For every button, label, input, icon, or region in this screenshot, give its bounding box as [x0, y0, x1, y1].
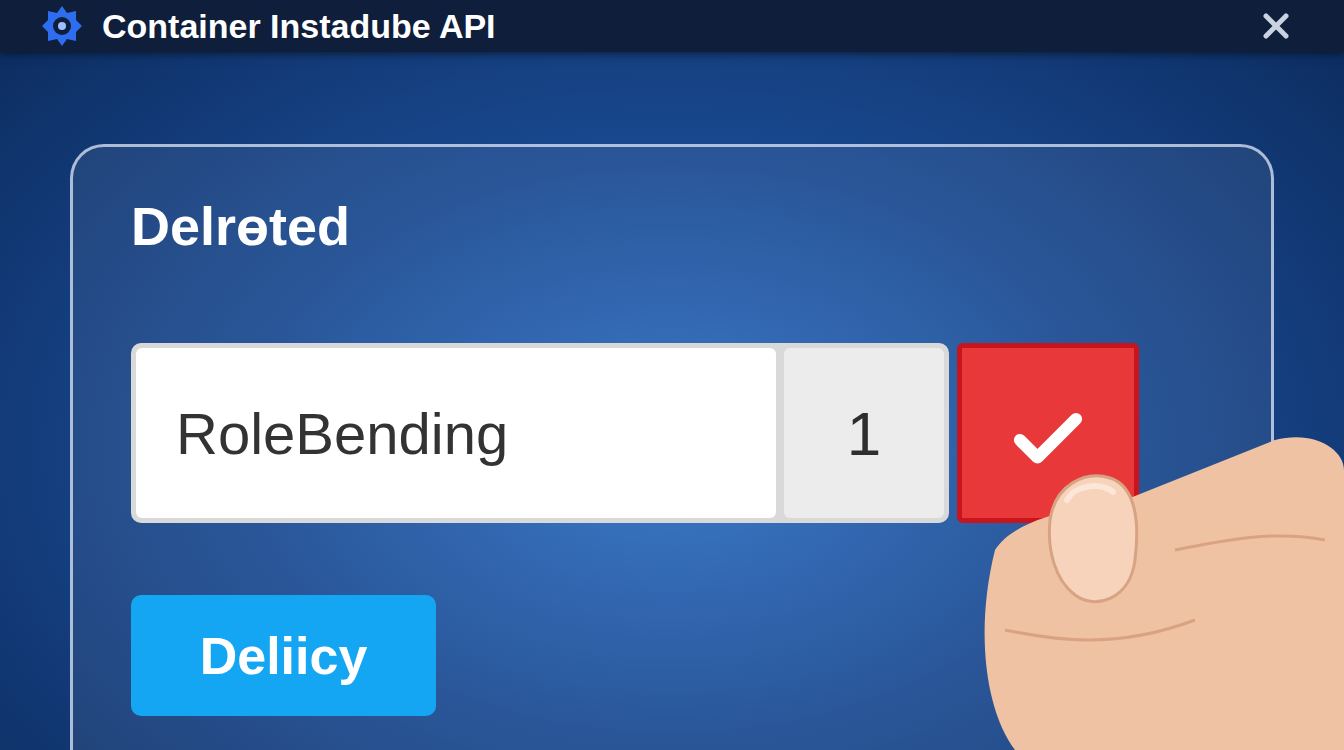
- hand-photo: [975, 430, 1344, 750]
- window-title: Container Instadube API: [102, 7, 496, 46]
- close-icon: [1256, 6, 1296, 46]
- title-bar: Container Instadube API: [0, 0, 1344, 52]
- field-group: RoleBending1: [131, 343, 949, 523]
- close-button[interactable]: [1248, 4, 1304, 48]
- input-row: RoleBending1: [131, 343, 1139, 523]
- check-icon: [1006, 398, 1090, 482]
- gear-logo-icon: [40, 4, 84, 48]
- count-box: 1: [784, 348, 944, 518]
- screen: Container Instadube API Delrɵted RoleBendi…: [0, 0, 1344, 750]
- brand: Container Instadube API: [40, 4, 496, 48]
- dialog-title: Delrɵted: [131, 195, 350, 257]
- action-button[interactable]: Deliicy: [131, 595, 436, 716]
- role-field[interactable]: RoleBending: [136, 348, 776, 518]
